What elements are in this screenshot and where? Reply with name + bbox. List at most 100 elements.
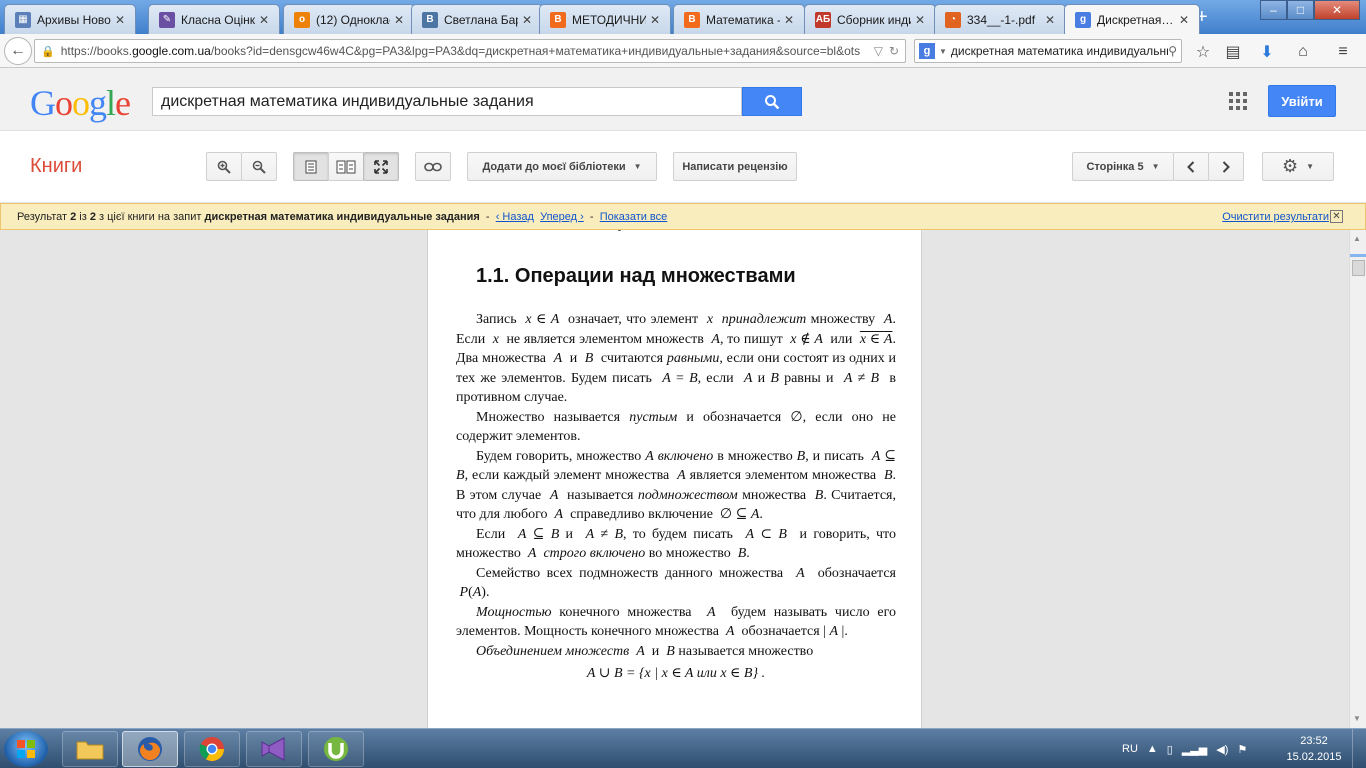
- dropdown-arrow-icon[interactable]: ▽: [874, 44, 883, 58]
- minimize-button[interactable]: –: [1260, 0, 1287, 20]
- menu-icon[interactable]: ≡: [1332, 41, 1354, 63]
- two-page-view-button[interactable]: [328, 152, 364, 181]
- browser-tab[interactable]: B Математика - … ✕: [673, 4, 805, 34]
- tab-title: Сборник инди…: [837, 12, 911, 27]
- google-search-input[interactable]: дискретная математика индивидуальные зад…: [152, 87, 742, 116]
- google-logo[interactable]: Google: [30, 82, 131, 124]
- tab-title: 334__-1-.pdf: [967, 12, 1036, 27]
- scrollbar-thumb[interactable]: [1352, 260, 1365, 276]
- reload-icon[interactable]: ↻: [889, 44, 899, 58]
- browser-tab[interactable]: B МЕТОДИЧНИ… ✕: [539, 4, 671, 34]
- google-header: Google дискретная математика индивидуаль…: [0, 68, 1366, 131]
- tab-close-icon[interactable]: ✕: [115, 13, 127, 27]
- home-icon[interactable]: ⌂: [1292, 41, 1314, 63]
- logo-letter: l: [106, 83, 116, 123]
- paragraph: Множество называется пустым и обозначает…: [456, 409, 896, 445]
- page-select-button[interactable]: Сторінка 5 ▼: [1072, 152, 1174, 181]
- firefox-icon: [138, 737, 162, 761]
- logo-letter: o: [55, 83, 73, 123]
- tab-close-icon[interactable]: ✕: [1179, 13, 1191, 27]
- system-clock[interactable]: 23:52 15.02.2015: [1284, 733, 1344, 765]
- show-all-link[interactable]: Показати все: [600, 211, 668, 223]
- show-desktop-button[interactable]: [1352, 729, 1366, 768]
- search-hit-marker: [1350, 254, 1366, 257]
- search-engine-icon[interactable]: g: [919, 43, 935, 59]
- tab-close-icon[interactable]: ✕: [394, 13, 406, 27]
- language-indicator[interactable]: RU: [1122, 743, 1138, 755]
- browser-tab[interactable]: о (12) Одноклас… ✕: [283, 4, 415, 34]
- close-window-button[interactable]: ✕: [1314, 0, 1360, 20]
- taskbar-visual-studio[interactable]: [246, 731, 302, 767]
- engine-dropdown-icon[interactable]: ▼: [939, 47, 947, 56]
- taskbar-chrome[interactable]: [184, 731, 240, 767]
- tab-favicon-icon: АБ: [815, 11, 831, 28]
- maximize-button[interactable]: □: [1287, 0, 1314, 20]
- browser-tab[interactable]: g Дискретная… ✕: [1064, 4, 1200, 34]
- tab-close-icon[interactable]: ✕: [522, 13, 534, 27]
- back-button[interactable]: ←: [4, 37, 32, 65]
- download-icon[interactable]: ⬇: [1256, 41, 1278, 63]
- add-to-library-button[interactable]: Додати до моєї бібліотеки ▼: [467, 152, 657, 181]
- taskbar-utorrent[interactable]: [308, 731, 364, 767]
- single-page-view-button[interactable]: [293, 152, 329, 181]
- tab-close-icon[interactable]: ✕: [259, 13, 271, 27]
- windows-logo-icon: [17, 740, 35, 758]
- close-icon[interactable]: ✕: [1330, 210, 1343, 223]
- tray-expand-icon[interactable]: ▲: [1147, 743, 1158, 755]
- result-back-link[interactable]: ‹ Назад: [496, 211, 534, 223]
- write-review-button[interactable]: Написати рецензію: [673, 152, 797, 181]
- result-total: 2: [89, 211, 96, 223]
- result-forward-link[interactable]: Уперед ›: [540, 211, 584, 223]
- volume-icon[interactable]: ◀): [1216, 743, 1228, 756]
- zoom-in-button[interactable]: [206, 152, 242, 181]
- tab-favicon-icon: ✎: [159, 11, 175, 28]
- scroll-down-icon[interactable]: ▼: [1353, 714, 1361, 723]
- google-search-button[interactable]: [742, 87, 802, 116]
- apps-grid-icon[interactable]: [1229, 92, 1247, 110]
- browser-tab[interactable]: АБ Сборник инди… ✕: [804, 4, 936, 34]
- tab-title: Класна Оцінка…: [181, 12, 255, 27]
- search-icon[interactable]: ⚲: [1168, 44, 1177, 58]
- browser-search-bar[interactable]: g ▼ дискретная математика индивидуальные…: [914, 39, 1182, 63]
- tab-close-icon[interactable]: ✕: [784, 13, 796, 27]
- system-tray: RU ▲ ▯ ▂▃▅ ◀) ⚑: [1122, 729, 1247, 768]
- folder-icon: [76, 741, 104, 760]
- settings-button[interactable]: ⚙ ▼: [1262, 152, 1334, 181]
- zoom-out-icon: [252, 160, 266, 174]
- browser-tab[interactable]: ◔ 334__-1-.pdf ✕: [934, 4, 1066, 34]
- chevron-right-icon: [1222, 160, 1230, 173]
- clear-results-link[interactable]: Очистити результати: [1222, 211, 1329, 223]
- next-page-button[interactable]: [1208, 152, 1244, 181]
- browser-tab[interactable]: ✎ Класна Оцінка… ✕: [148, 4, 280, 34]
- network-signal-icon[interactable]: ▂▃▅: [1182, 743, 1207, 756]
- sign-in-button[interactable]: Увійти: [1268, 85, 1336, 117]
- link-button[interactable]: [415, 152, 451, 181]
- lock-icon: 🔒: [41, 45, 55, 58]
- book-viewer[interactable]: у 1.1. Операции над множествами Запись x…: [0, 230, 1349, 728]
- tab-close-icon[interactable]: ✕: [650, 13, 662, 27]
- start-button[interactable]: [4, 731, 48, 767]
- address-bar[interactable]: 🔒 https://books.google.com.ua/books?id=d…: [34, 39, 906, 63]
- browser-tab[interactable]: ▦ Архивы Новос… ✕: [4, 4, 136, 34]
- tab-close-icon[interactable]: ✕: [1045, 13, 1057, 27]
- page-body: Запись x ∈ A означает, что элемент x при…: [456, 310, 896, 684]
- scroll-up-icon[interactable]: ▲: [1353, 234, 1361, 243]
- taskbar-explorer[interactable]: [62, 731, 118, 767]
- zoom-out-button[interactable]: [241, 152, 277, 181]
- taskbar-firefox[interactable]: [122, 731, 178, 767]
- tab-close-icon[interactable]: ✕: [915, 13, 927, 27]
- action-center-flag-icon[interactable]: ⚑: [1237, 743, 1247, 756]
- bookmark-star-icon[interactable]: ☆: [1192, 41, 1214, 63]
- reading-list-icon[interactable]: ▤: [1222, 41, 1244, 63]
- page-label: Сторінка 5: [1086, 160, 1144, 173]
- previous-page-button[interactable]: [1173, 152, 1209, 181]
- separator: -: [589, 211, 594, 223]
- vertical-scrollbar[interactable]: ▲ ▼: [1349, 230, 1366, 728]
- battery-icon[interactable]: ▯: [1167, 743, 1173, 756]
- single-page-icon: [305, 160, 317, 173]
- paragraph: Будем говорить, множество A включено в м…: [456, 448, 897, 523]
- fullscreen-button[interactable]: [363, 152, 399, 181]
- browser-tab[interactable]: В Светлана Бара… ✕: [411, 4, 543, 34]
- tab-title: Архивы Новос…: [37, 12, 111, 27]
- books-title[interactable]: Книги: [30, 155, 82, 178]
